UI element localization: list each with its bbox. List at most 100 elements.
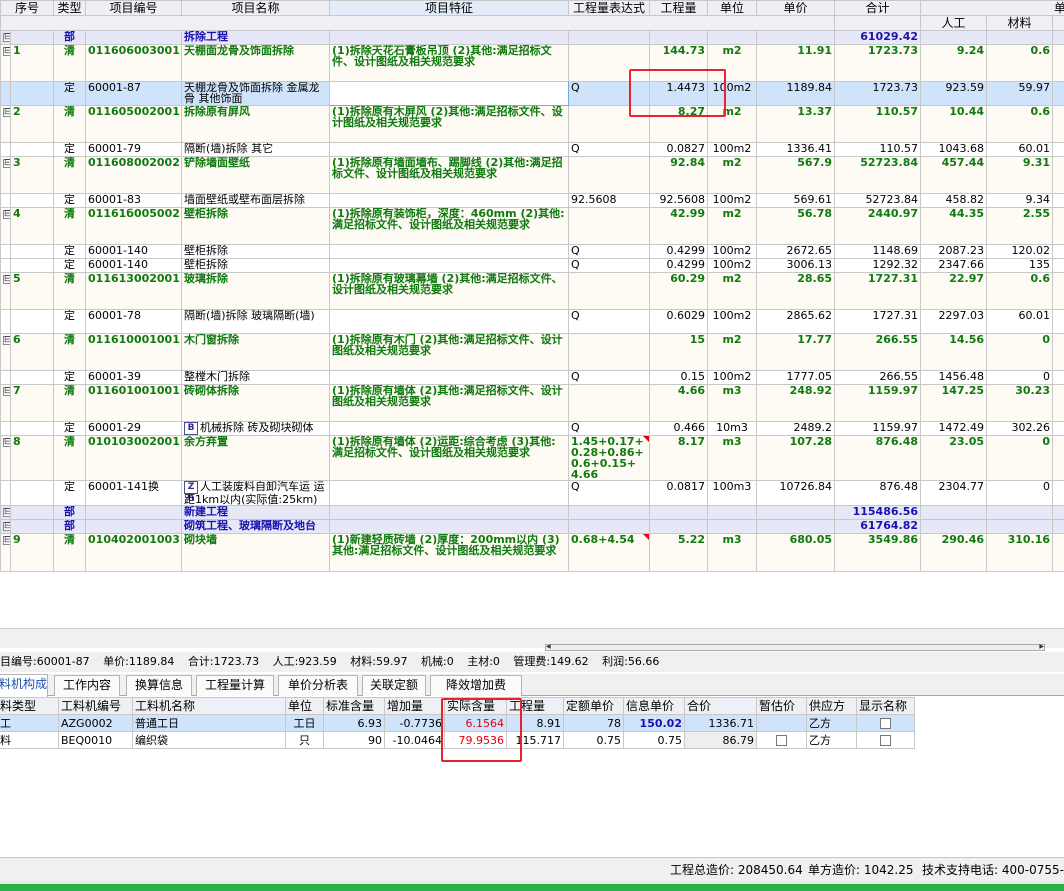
col-header-feature[interactable]: 项目特征 <box>329 0 570 16</box>
sub-col-std-content[interactable]: 标准含量 <box>323 697 385 715</box>
row-name[interactable]: 铲除墙面壁纸 <box>181 156 331 194</box>
horizontal-scrollbar[interactable]: ◀ ▶ <box>545 644 1045 651</box>
material-row[interactable]: 工 AZG0002 普通工日 工日 6.93 -0.7736 6.1564 8.… <box>0 714 915 732</box>
row-code[interactable]: 60001-79 <box>85 142 183 157</box>
row-feature[interactable]: (1)拆除原有墙体 (2)其他:满足招标文件、设计图纸及相关规范要求 <box>329 384 570 422</box>
col-header-labor[interactable]: 人工 <box>920 15 988 31</box>
sub-col-show-name[interactable]: 显示名称 <box>856 697 915 715</box>
tab-conversion-info[interactable]: 换算信息 <box>126 675 192 696</box>
row-name[interactable]: 玻璃拆除 <box>181 272 331 310</box>
row-expression[interactable] <box>568 333 651 371</box>
collapse-toggle-icon[interactable]: ⊟ <box>3 274 10 284</box>
bill-item-row[interactable]: ⊟8清010103002001余方弃置 (1)拆除原有墙体 (2)运距:综合考虑 … <box>0 435 1064 481</box>
row-quantity[interactable]: 0.4299 <box>649 258 709 273</box>
material-show-name[interactable] <box>856 731 915 749</box>
row-name[interactable]: 砖砌体拆除 <box>181 384 331 422</box>
row-toggle[interactable]: ⊟ <box>0 333 11 371</box>
row-toggle[interactable]: ⊟ <box>0 519 11 534</box>
row-code[interactable]: 60001-39 <box>85 370 183 385</box>
row-code[interactable]: 60001-83 <box>85 193 183 208</box>
row-code[interactable]: 60001-29 <box>85 421 183 436</box>
row-quantity[interactable]: 5.22 <box>649 533 709 572</box>
sub-col-amount[interactable]: 合价 <box>684 697 757 715</box>
collapse-toggle-icon[interactable]: ⊟ <box>3 107 10 117</box>
row-quantity[interactable]: 4.66 <box>649 384 709 422</box>
row-toggle[interactable] <box>0 421 11 436</box>
row-name[interactable]: 整樘木门拆除 <box>181 370 331 385</box>
material-provisional[interactable] <box>756 731 807 749</box>
row-toggle[interactable]: ⊟ <box>0 44 11 82</box>
collapse-toggle-icon[interactable]: ⊟ <box>3 32 10 42</box>
sub-col-added[interactable]: 增加量 <box>384 697 445 715</box>
row-feature[interactable]: (1)拆除原有木屏风 (2)其他:满足招标文件、设计图纸及相关规范要求 <box>329 105 570 143</box>
quota-row[interactable]: 定 60001-79 隔断(墙)拆除 其它 Q 0.0827 100m2 1336.41 11… <box>0 142 1064 157</box>
row-quantity[interactable]: 0.4299 <box>649 244 709 259</box>
collapse-toggle-icon[interactable]: ⊟ <box>3 46 10 56</box>
row-name[interactable]: 余方弃置 <box>181 435 331 481</box>
row-toggle[interactable] <box>0 370 11 385</box>
row-code[interactable]: 60001-78 <box>85 309 183 334</box>
collapse-toggle-icon[interactable]: ⊟ <box>3 437 10 447</box>
collapse-toggle-icon[interactable]: ⊟ <box>3 335 10 345</box>
row-toggle[interactable] <box>0 258 11 273</box>
row-feature[interactable] <box>329 244 570 259</box>
row-name[interactable]: 壁柜拆除 <box>181 258 331 273</box>
bill-item-row[interactable]: ⊟3清011608002002铲除墙面壁纸 (1)拆除原有墙面墙布、踢脚线 (2)… <box>0 156 1064 194</box>
row-name[interactable]: 隔断(墙)拆除 玻璃隔断(墙) <box>181 309 331 334</box>
col-header-expression[interactable]: 工程量表达式 <box>568 0 651 16</box>
row-feature[interactable]: (1)拆除原有墙体 (2)运距:综合考虑 (3)其他:满足招标文件、设计图纸及相… <box>329 435 570 481</box>
section-row[interactable]: ⊟ 部 砌筑工程、玻璃隔断及地台 61764.82 <box>0 519 1064 534</box>
row-code[interactable]: 60001-140 <box>85 244 183 259</box>
row-quantity[interactable] <box>649 519 709 534</box>
bill-item-row[interactable]: ⊟4清01161б005002壁柜拆除 (1)拆除原有装饰柜，深度：460mm (… <box>0 207 1064 245</box>
row-toggle[interactable]: ⊟ <box>0 272 11 310</box>
row-quantity[interactable]: 42.99 <box>649 207 709 245</box>
row-expression[interactable] <box>568 384 651 422</box>
row-code[interactable]: 011606003001 <box>85 44 183 82</box>
sub-col-name[interactable]: 工料机名称 <box>132 697 286 715</box>
row-code[interactable] <box>85 30 183 45</box>
row-expression[interactable]: Q <box>568 142 651 157</box>
row-feature[interactable]: (1)新建轻质砖墙 (2)厚度：200mm以内 (3)其他:满足招标文件、设计图… <box>329 533 570 572</box>
row-name[interactable]: 天棚面龙骨及饰面拆除 <box>181 44 331 82</box>
row-code[interactable]: 011601001001 <box>85 384 183 422</box>
row-expression[interactable]: Q <box>568 81 651 106</box>
row-name[interactable]: 砌块墙 <box>181 533 331 572</box>
tab-work-content[interactable]: 工作内容 <box>54 675 120 696</box>
show-name-checkbox[interactable] <box>880 735 891 746</box>
row-expression[interactable]: Q <box>568 480 651 506</box>
section-row[interactable]: ⊟ 部 拆除工程 61029.42 <box>0 30 1064 45</box>
row-quantity[interactable]: 0.0817 <box>649 480 709 506</box>
material-added[interactable]: -0.7736 <box>384 714 445 732</box>
col-header-unit-price-group[interactable]: 单价 <box>920 0 1064 16</box>
sub-col-code[interactable]: 工料机编号 <box>58 697 133 715</box>
row-expression[interactable] <box>568 519 651 534</box>
show-name-checkbox[interactable] <box>880 718 891 729</box>
row-expression[interactable]: Q <box>568 421 651 436</box>
collapse-toggle-icon[interactable]: ⊟ <box>3 507 10 517</box>
row-expression[interactable]: Q <box>568 244 651 259</box>
row-toggle[interactable]: ⊟ <box>0 30 11 45</box>
row-code[interactable]: 60001-140 <box>85 258 183 273</box>
row-quantity[interactable]: 8.27 <box>649 105 709 143</box>
row-code[interactable] <box>85 505 183 520</box>
tab-efficiency-surcharge[interactable]: 降效增加费 <box>430 675 522 696</box>
row-code[interactable]: 010103002001 <box>85 435 183 481</box>
sub-col-supplier[interactable]: 供应方 <box>806 697 857 715</box>
row-name[interactable]: 新建工程 <box>181 505 331 520</box>
collapse-toggle-icon[interactable]: ⊟ <box>3 158 10 168</box>
collapse-toggle-icon[interactable]: ⊟ <box>3 386 10 396</box>
row-expression[interactable] <box>568 30 651 45</box>
bill-item-row[interactable]: ⊟7清011601001001砖砌体拆除 (1)拆除原有墙体 (2)其他:满足招标… <box>0 384 1064 422</box>
col-header-code[interactable]: 项目编号 <box>85 0 183 16</box>
quota-row[interactable]: 定 60001-140 壁柜拆除 Q 0.4299 100m2 3006.13 1292.32… <box>0 258 1064 273</box>
material-actual-content[interactable]: 79.9536 <box>444 731 507 749</box>
row-toggle[interactable]: ⊟ <box>0 505 11 520</box>
row-feature[interactable] <box>329 142 570 157</box>
row-toggle[interactable]: ⊟ <box>0 533 11 572</box>
row-quantity[interactable] <box>649 30 709 45</box>
row-feature[interactable] <box>329 309 570 334</box>
row-toggle[interactable]: ⊟ <box>0 384 11 422</box>
row-quantity[interactable] <box>649 505 709 520</box>
tab-quantity-calculation[interactable]: 工程量计算 <box>196 675 274 696</box>
